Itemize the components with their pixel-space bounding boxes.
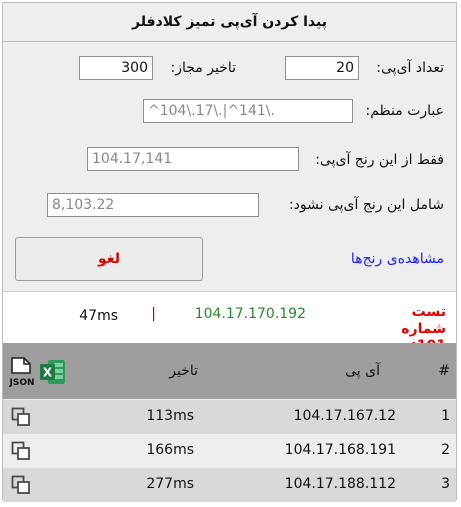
row-index: 3 <box>441 476 450 492</box>
regex-label: عبارت منظم: <box>365 103 444 119</box>
header-ip: آی پی <box>345 363 380 379</box>
only-range-input[interactable] <box>87 147 299 171</box>
row-index: 2 <box>441 442 450 458</box>
max-delay-label: تاخیر مجاز: <box>170 60 237 76</box>
table-row: 1 104.17.167.12 113ms <box>3 400 456 434</box>
json-export-icon[interactable]: JSON <box>8 357 35 391</box>
only-range-label: فقط از این رنج آی‌پی: <box>315 152 444 168</box>
cancel-button[interactable]: لغو <box>15 237 203 281</box>
regex-input[interactable] <box>143 99 353 123</box>
row-ip: 104.17.188.112 <box>284 476 396 492</box>
header-index: # <box>438 363 450 379</box>
page-title: پیدا کردن آی‌پی تمیز کلادفلر <box>3 3 456 42</box>
header-delay: تاخیر <box>169 363 198 379</box>
exclude-range-label: شامل این رنج آی‌پی نشود: <box>288 197 444 213</box>
copy-icon[interactable] <box>11 407 31 427</box>
results-table-header: # آی پی تاخیر JSON X <box>3 343 456 399</box>
copy-icon[interactable] <box>11 441 31 461</box>
current-ip: 104.17.170.192 <box>194 306 306 322</box>
table-row: 2 104.17.168.191 166ms <box>3 434 456 468</box>
current-latency: 47ms <box>79 308 118 324</box>
table-row: 3 104.17.188.112 277ms <box>3 468 456 502</box>
row-ip: 104.17.168.191 <box>284 442 396 458</box>
row-delay: 113ms <box>146 408 194 424</box>
row-delay: 277ms <box>146 476 194 492</box>
svg-text:X: X <box>43 366 53 380</box>
exclude-range-input[interactable] <box>47 193 259 217</box>
test-status-bar: تست شماره 101: 104.17.170.192 | 47ms <box>3 291 456 354</box>
row-ip: 104.17.167.12 <box>293 408 396 424</box>
status-separator: | <box>151 306 156 322</box>
row-delay: 166ms <box>146 442 194 458</box>
scanner-panel: پیدا کردن آی‌پی تمیز کلادفلر تعداد آی‌پی… <box>2 2 457 502</box>
row-index: 1 <box>441 408 450 424</box>
view-ranges-link[interactable]: مشاهده‌ی رنج‌ها <box>351 251 444 267</box>
excel-export-icon[interactable]: X <box>39 357 67 391</box>
svg-text:JSON: JSON <box>9 378 35 387</box>
ip-count-label: تعداد آی‌پی: <box>376 60 444 76</box>
copy-icon[interactable] <box>11 475 31 495</box>
max-delay-input[interactable] <box>79 56 153 80</box>
ip-count-input[interactable] <box>285 56 359 80</box>
